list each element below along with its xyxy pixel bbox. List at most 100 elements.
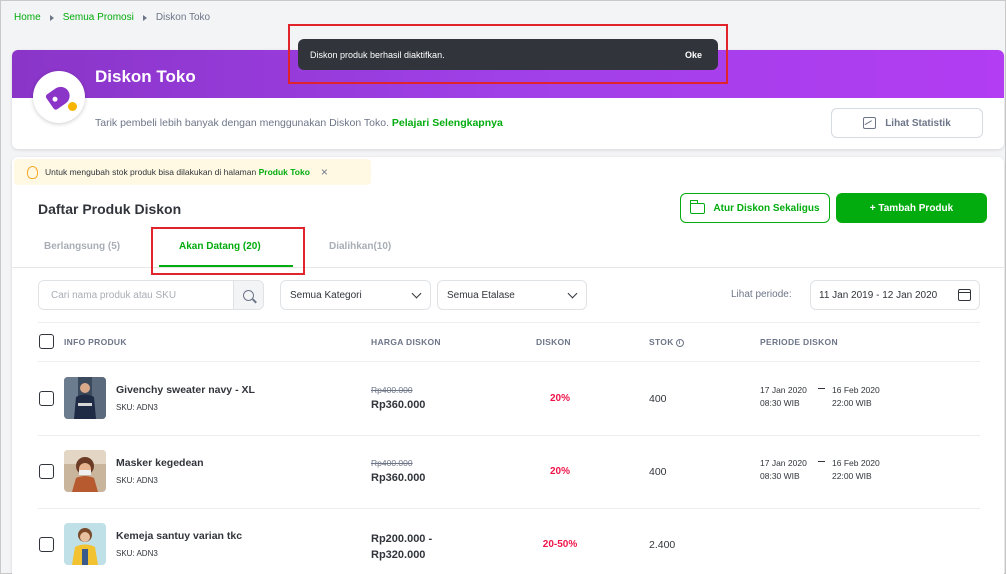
period-date-picker[interactable]: 11 Jan 2019 - 12 Jan 2020 bbox=[810, 280, 980, 310]
category-select[interactable]: Semua Kategori bbox=[280, 280, 431, 310]
row-checkbox[interactable] bbox=[39, 464, 54, 479]
column-header-stock-label: STOK bbox=[649, 337, 674, 347]
period-start-time: 08:30 WIB bbox=[760, 398, 800, 408]
folder-icon bbox=[689, 199, 706, 214]
toast-ok-button[interactable]: Oke bbox=[685, 50, 702, 60]
period-dash bbox=[818, 388, 825, 389]
lightbulb-icon bbox=[27, 165, 38, 179]
header-description: Tarik pembeli lebih banyak dengan menggu… bbox=[95, 117, 503, 129]
product-image bbox=[64, 450, 106, 492]
learn-more-link[interactable]: Pelajari Selengkapnya bbox=[392, 117, 503, 129]
divider bbox=[38, 322, 980, 323]
stock-notice: Untuk mengubah stok produk bisa dilakuka… bbox=[14, 159, 371, 185]
breadcrumb-separator-icon bbox=[49, 14, 54, 21]
search-box bbox=[38, 280, 264, 310]
table-row: Givenchy sweater navy - XL SKU: ADN3 Rp4… bbox=[12, 362, 1004, 435]
product-name[interactable]: Kemeja santuy varian tkc bbox=[116, 530, 242, 542]
period-end-date: 16 Feb 2020 bbox=[832, 385, 880, 395]
chevron-down-icon bbox=[567, 288, 578, 298]
period-end-time: 22:00 WIB bbox=[832, 471, 872, 481]
period-label: Lihat periode: bbox=[731, 289, 792, 300]
notice-text: Untuk mengubah stok produk bisa dilakuka… bbox=[45, 167, 310, 177]
original-price: Rp400.000 bbox=[371, 385, 413, 395]
discount-percent: 20-50% bbox=[542, 539, 578, 550]
stock-value: 400 bbox=[649, 393, 667, 405]
product-sku: SKU: ADN3 bbox=[116, 549, 158, 558]
original-price: Rp400.000 bbox=[371, 458, 413, 468]
category-select-value: Semua Kategori bbox=[290, 289, 362, 301]
select-all-checkbox[interactable] bbox=[39, 334, 54, 349]
search-input[interactable] bbox=[39, 281, 233, 309]
period-end: 16 Feb 2020 22:00 WIB bbox=[832, 384, 880, 410]
bulk-discount-button[interactable]: Atur Diskon Sekaligus bbox=[680, 193, 830, 223]
stock-value: 400 bbox=[649, 466, 667, 478]
product-sku: SKU: ADN3 bbox=[116, 403, 158, 412]
product-image bbox=[64, 523, 106, 565]
column-header-period: PERIODE DISKON bbox=[760, 337, 838, 347]
period-start: 17 Jan 2020 08:30 WIB bbox=[760, 384, 807, 410]
product-image bbox=[64, 377, 106, 419]
table-row: Kemeja santuy varian tkc SKU: ADN3 Rp200… bbox=[12, 508, 1004, 574]
column-header-stock: STOK i bbox=[649, 337, 684, 347]
period-end-date: 16 Feb 2020 bbox=[832, 458, 880, 468]
chevron-down-icon bbox=[411, 288, 422, 298]
table-header: INFO PRODUK HARGA DISKON DISKON STOK i PE… bbox=[12, 332, 1004, 352]
breadcrumb-promo[interactable]: Semua Promosi bbox=[63, 12, 134, 23]
column-header-price: HARGA DISKON bbox=[371, 337, 441, 347]
tab-ongoing[interactable]: Berlangsung (5) bbox=[44, 241, 120, 252]
price-range-to: Rp320.000 bbox=[371, 549, 426, 561]
toast-message: Diskon produk berhasil diaktifkan. bbox=[310, 49, 445, 60]
column-header-discount: DISKON bbox=[536, 337, 571, 347]
calendar-icon bbox=[958, 289, 971, 301]
price-range-from: Rp200.000 - bbox=[371, 533, 433, 545]
discount-percent: 20% bbox=[549, 393, 570, 404]
period-start-time: 08:30 WIB bbox=[760, 471, 800, 481]
active-tab-indicator bbox=[159, 265, 293, 267]
notice-product-link[interactable]: Produk Toko bbox=[259, 167, 310, 177]
showcase-select-value: Semua Etalase bbox=[447, 289, 515, 301]
discount-price-range: Rp200.000 - Rp320.000 bbox=[371, 531, 432, 563]
product-name[interactable]: Givenchy sweater navy - XL bbox=[116, 384, 255, 396]
product-sku: SKU: ADN3 bbox=[116, 476, 158, 485]
discount-logo bbox=[33, 71, 85, 123]
list-title: Daftar Produk Diskon bbox=[38, 201, 182, 217]
main-card: Untuk mengubah stok produk bisa dilakuka… bbox=[12, 157, 1004, 574]
period-start-date: 17 Jan 2020 bbox=[760, 458, 807, 468]
search-icon bbox=[243, 289, 254, 301]
discount-percent: 20% bbox=[549, 466, 570, 477]
period-start: 17 Jan 2020 08:30 WIB bbox=[760, 457, 807, 483]
search-button[interactable] bbox=[233, 281, 263, 309]
add-product-button[interactable]: + Tambah Produk bbox=[836, 193, 987, 223]
breadcrumb-separator-icon bbox=[142, 14, 147, 21]
period-end-time: 22:00 WIB bbox=[832, 398, 872, 408]
column-header-info: INFO PRODUK bbox=[64, 337, 127, 347]
info-icon[interactable]: i bbox=[675, 338, 684, 347]
bulk-discount-label: Atur Diskon Sekaligus bbox=[713, 202, 820, 214]
stock-value: 2.400 bbox=[649, 539, 676, 551]
page-title: Diskon Toko bbox=[95, 67, 196, 86]
app-frame: Home Semua Promosi Diskon Toko Diskon pr… bbox=[0, 0, 1006, 574]
row-checkbox[interactable] bbox=[39, 537, 54, 552]
showcase-select[interactable]: Semua Etalase bbox=[437, 280, 587, 310]
coin-icon bbox=[67, 101, 78, 112]
period-start-date: 17 Jan 2020 bbox=[760, 385, 807, 395]
period-end: 16 Feb 2020 22:00 WIB bbox=[832, 457, 880, 483]
discount-price: Rp360.000 bbox=[371, 472, 426, 484]
breadcrumb-home[interactable]: Home bbox=[14, 12, 41, 23]
period-date-value: 11 Jan 2019 - 12 Jan 2020 bbox=[819, 289, 938, 301]
tab-redirected[interactable]: Dialihkan(10) bbox=[329, 241, 391, 252]
view-statistics-button[interactable]: Lihat Statistik bbox=[831, 108, 983, 138]
toast-notification: Diskon produk berhasil diaktifkan. Oke bbox=[298, 39, 718, 70]
row-checkbox[interactable] bbox=[39, 391, 54, 406]
tab-upcoming[interactable]: Akan Datang (20) bbox=[179, 241, 261, 252]
notice-text-main: Untuk mengubah stok produk bisa dilakuka… bbox=[45, 167, 257, 177]
discount-price: Rp360.000 bbox=[371, 399, 426, 411]
product-name[interactable]: Masker kegedean bbox=[116, 457, 204, 469]
view-statistics-label: Lihat Statistik bbox=[885, 117, 951, 129]
header-description-text: Tarik pembeli lebih banyak dengan menggu… bbox=[95, 117, 389, 129]
tab-bar: Berlangsung (5) Akan Datang (20) Dialihk… bbox=[12, 233, 1004, 268]
table-row: Masker kegedean SKU: ADN3 Rp400.000 Rp36… bbox=[12, 435, 1004, 508]
breadcrumb-current: Diskon Toko bbox=[155, 12, 211, 23]
period-dash bbox=[818, 461, 825, 462]
close-icon[interactable]: × bbox=[321, 165, 328, 179]
